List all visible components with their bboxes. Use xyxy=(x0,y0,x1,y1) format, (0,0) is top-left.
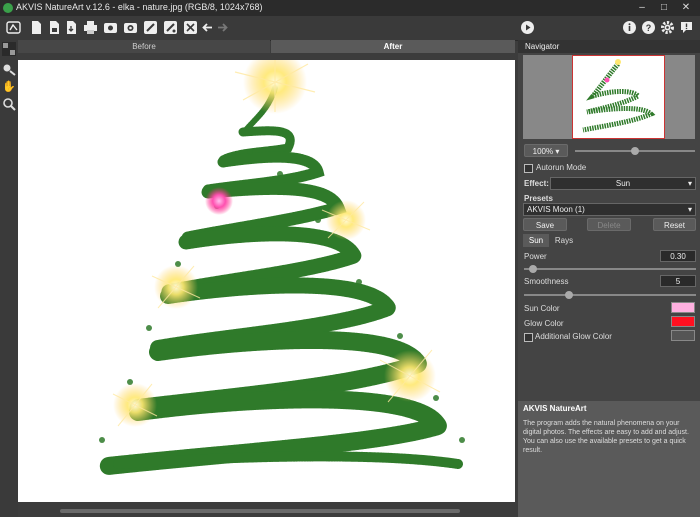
share-icon[interactable] xyxy=(123,20,138,35)
redo-icon[interactable] xyxy=(215,20,230,35)
horizontal-scrollbar[interactable] xyxy=(60,509,460,513)
save-preset-button[interactable]: Save xyxy=(523,218,567,231)
title-bar: AKVIS NatureArt v.12.6 - elka - nature.j… xyxy=(0,0,700,16)
tab-rays[interactable]: Rays xyxy=(551,234,577,247)
presets-label: Presets xyxy=(524,194,553,203)
home-icon[interactable] xyxy=(6,20,21,35)
star-glow-left-bottom xyxy=(112,383,158,427)
open-icon[interactable] xyxy=(29,20,44,35)
additional-glow-checkbox[interactable] xyxy=(524,333,533,342)
settings-brush-icon[interactable] xyxy=(163,20,178,35)
navigator-thumbnail xyxy=(572,55,665,139)
reset-preset-button[interactable]: Reset xyxy=(653,218,696,231)
compare-view-icon[interactable] xyxy=(2,42,16,56)
close-button[interactable]: ✕ xyxy=(678,1,694,15)
smoothness-label: Smoothness xyxy=(524,277,569,286)
view-tabs: Before After xyxy=(18,40,515,53)
additional-glow-label: Additional Glow Color xyxy=(535,332,612,341)
effect-select[interactable]: Sun ▾ xyxy=(550,177,696,190)
help-title: AKVIS NatureArt xyxy=(523,404,587,413)
power-input[interactable]: 0.30 xyxy=(660,250,696,262)
main-toolbar: ? xyxy=(0,16,700,41)
notification-icon[interactable] xyxy=(679,20,694,35)
sun-color-label: Sun Color xyxy=(524,304,560,313)
maximize-button[interactable]: □ xyxy=(656,1,672,15)
sun-picker-icon[interactable] xyxy=(2,62,16,76)
star-glow-left-mid xyxy=(151,265,201,309)
image-canvas[interactable] xyxy=(18,60,515,502)
autorun-checkbox[interactable] xyxy=(524,164,533,173)
power-slider-knob[interactable] xyxy=(528,265,537,273)
power-label: Power xyxy=(524,252,547,261)
window-title: AKVIS NatureArt v.12.6 - elka - nature.j… xyxy=(16,2,263,12)
star-glow-top xyxy=(234,60,316,114)
navigator-preview[interactable] xyxy=(523,55,695,139)
undo-icon[interactable] xyxy=(200,20,215,35)
export-icon[interactable] xyxy=(64,20,79,35)
help-icon[interactable]: ? xyxy=(641,20,656,35)
batch-icon[interactable] xyxy=(103,20,118,35)
star-glow-right-lower xyxy=(379,349,441,403)
help-panel: AKVIS NatureArt The program adds the nat… xyxy=(518,401,700,517)
gear-icon[interactable] xyxy=(660,20,675,35)
pink-ornament xyxy=(205,187,233,215)
hand-icon[interactable]: ✋ xyxy=(2,80,16,94)
zoom-icon[interactable] xyxy=(2,97,16,111)
navigator-header: Navigator xyxy=(518,40,700,53)
christmas-tree-image xyxy=(99,60,465,475)
sun-color-swatch[interactable] xyxy=(671,302,695,313)
chevron-down-icon: ▾ xyxy=(687,179,692,188)
tab-after[interactable]: After xyxy=(271,40,515,53)
info-icon[interactable] xyxy=(622,20,637,35)
glow-color-swatch[interactable] xyxy=(671,316,695,327)
brush-icon[interactable] xyxy=(143,20,158,35)
app-logo-icon xyxy=(3,3,13,13)
smoothness-slider[interactable] xyxy=(524,294,696,296)
delete-preset-button[interactable]: Delete xyxy=(587,218,631,231)
zoom-select[interactable]: 100% ▾ xyxy=(524,144,568,157)
settings-panel: Navigator 100% ▾ Autorun Mode Effect: Su… xyxy=(518,40,700,517)
save-icon[interactable] xyxy=(47,20,62,35)
svg-text:?: ? xyxy=(646,23,652,33)
zoom-slider-knob[interactable] xyxy=(631,147,639,155)
smoothness-slider-knob[interactable] xyxy=(565,291,573,299)
glow-color-label: Glow Color xyxy=(524,319,564,328)
help-body: The program adds the natural phenomena o… xyxy=(523,420,689,454)
power-slider[interactable] xyxy=(524,268,696,270)
smoothness-input[interactable]: 5 xyxy=(660,275,696,287)
effect-label: Effect: xyxy=(524,179,549,188)
additional-glow-swatch[interactable] xyxy=(671,330,695,341)
print-icon[interactable] xyxy=(83,20,98,35)
run-icon[interactable] xyxy=(520,20,535,35)
autorun-label: Autorun Mode xyxy=(536,163,587,172)
tab-sun[interactable]: Sun xyxy=(523,234,549,247)
minimize-button[interactable]: – xyxy=(634,1,650,15)
left-toolbar: ✋ xyxy=(0,40,18,517)
chevron-down-icon: ▾ xyxy=(687,205,692,214)
preferences-icon[interactable] xyxy=(183,20,198,35)
presets-select[interactable]: AKVIS Moon (1) ▾ xyxy=(523,203,696,216)
tab-before[interactable]: Before xyxy=(18,40,270,53)
